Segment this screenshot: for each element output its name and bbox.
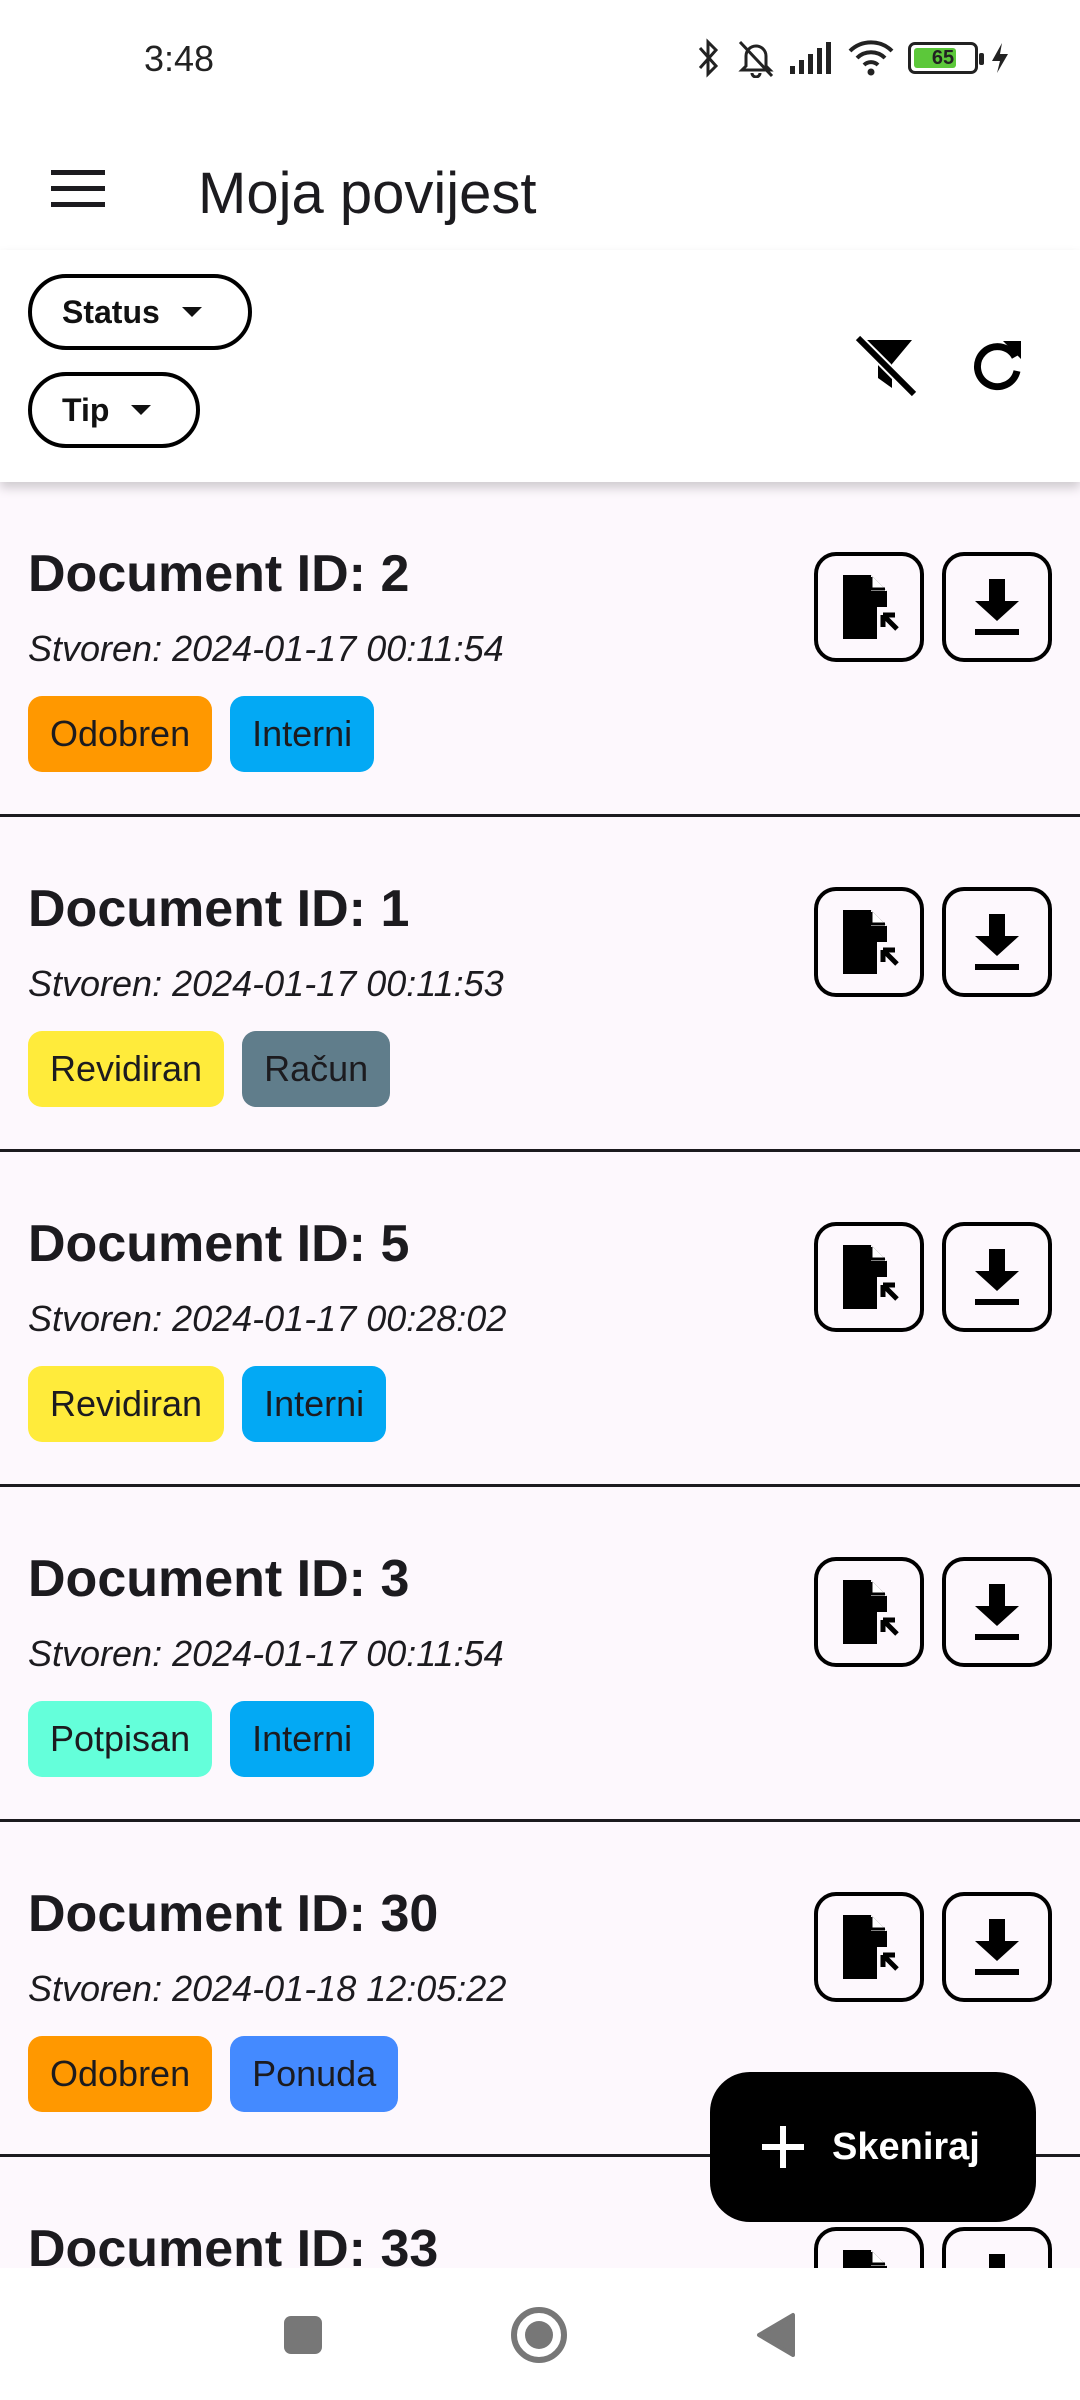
document-card[interactable]: Document ID: 1 Stvoren: 2024-01-17 00:11… (0, 817, 1080, 1152)
download-icon (975, 914, 1019, 970)
document-created-date: Stvoren: 2024-01-17 00:11:54 (28, 628, 504, 669)
type-filter-label: Tip (62, 391, 110, 428)
status-icons: 65 (694, 36, 1010, 80)
plus-icon (762, 2126, 804, 2168)
status-badge: Odobren (28, 696, 213, 772)
document-created-date: Stvoren: 2024-01-17 00:28:02 (28, 1298, 507, 1339)
file-open-icon (843, 910, 899, 974)
system-nav-bar (0, 2268, 1080, 2400)
charging-icon (992, 43, 1008, 73)
file-open-icon (843, 1245, 899, 1309)
document-title: Document ID: 3 (28, 1550, 410, 1608)
download-document-button[interactable] (942, 2227, 1052, 2268)
recents-button[interactable] (258, 2290, 348, 2380)
document-tags: Potpisan Interni (28, 1701, 375, 1777)
filter-bar: Status Tip (0, 250, 1080, 482)
document-title: Document ID: 2 (28, 545, 410, 603)
document-actions (814, 2227, 1052, 2268)
chevron-down-icon (181, 307, 202, 317)
clear-filter-button[interactable] (840, 320, 930, 410)
document-title: Document ID: 30 (28, 1885, 439, 1943)
type-badge: Interni (242, 1366, 387, 1442)
type-badge: Ponuda (230, 2036, 399, 2112)
status-badge: Revidiran (28, 1366, 225, 1442)
bluetooth-icon (698, 38, 719, 78)
type-filter-dropdown[interactable]: Tip (28, 372, 200, 448)
filter-off-icon (854, 334, 918, 398)
document-created-date: Stvoren: 2024-01-17 00:11:53 (28, 963, 504, 1004)
home-button[interactable] (494, 2290, 584, 2380)
battery-icon: 65 (908, 42, 984, 74)
download-document-button[interactable] (942, 1222, 1052, 1332)
home-circle-icon (511, 2307, 567, 2363)
document-actions (814, 1222, 1052, 1332)
download-document-button[interactable] (942, 552, 1052, 662)
download-icon (975, 1919, 1019, 1975)
page-title: Moja povijest (198, 161, 537, 226)
file-open-icon (843, 575, 899, 639)
document-tags: Revidiran Račun (28, 1031, 391, 1107)
file-open-icon (843, 1915, 899, 1979)
file-open-icon (843, 1580, 899, 1644)
download-icon (989, 2254, 1005, 2268)
document-actions (814, 887, 1052, 997)
back-triangle-icon (757, 2313, 795, 2357)
status-bar: 3:48 65 (0, 0, 1080, 120)
open-document-button[interactable] (814, 552, 924, 662)
document-title: Document ID: 5 (28, 1215, 410, 1273)
refresh-button[interactable] (952, 320, 1042, 410)
document-list: Document ID: 2 Stvoren: 2024-01-17 00:11… (0, 482, 1080, 2268)
document-card[interactable]: Document ID: 5 Stvoren: 2024-01-17 00:28… (0, 1152, 1080, 1487)
type-badge: Interni (230, 1701, 375, 1777)
download-icon (975, 579, 1019, 635)
document-card[interactable]: Document ID: 2 Stvoren: 2024-01-17 00:11… (0, 482, 1080, 817)
menu-icon (51, 170, 105, 207)
status-filter-dropdown[interactable]: Status (28, 274, 252, 350)
wifi-icon (848, 40, 894, 76)
document-actions (814, 1892, 1052, 2002)
status-filter-label: Status (62, 293, 160, 330)
document-title: Document ID: 1 (28, 880, 410, 938)
open-document-button[interactable] (814, 1892, 924, 2002)
battery-tip (979, 53, 984, 65)
download-document-button[interactable] (942, 1557, 1052, 1667)
scan-fab-label: Skeniraj (832, 2125, 980, 2168)
open-document-button[interactable] (814, 887, 924, 997)
status-badge: Odobren (28, 2036, 213, 2112)
document-created-date: Stvoren: 2024-01-17 00:11:54 (28, 1633, 504, 1674)
status-time: 3:48 (144, 38, 215, 79)
open-document-button[interactable] (814, 1557, 924, 1667)
download-document-button[interactable] (942, 1892, 1052, 2002)
download-document-button[interactable] (942, 887, 1052, 997)
type-badge: Interni (230, 696, 375, 772)
document-title: Document ID: 33 (28, 2220, 439, 2268)
download-icon (975, 1249, 1019, 1305)
scan-fab-button[interactable]: Skeniraj (710, 2072, 1036, 2222)
open-document-button[interactable] (814, 1222, 924, 1332)
document-actions (814, 552, 1052, 662)
refresh-icon (974, 341, 1021, 391)
battery-level: 65 (931, 47, 955, 69)
document-tags: Odobren Ponuda (28, 2036, 399, 2112)
bell-off-icon (738, 40, 774, 78)
document-actions (814, 1557, 1052, 1667)
recents-square-icon (284, 2316, 322, 2354)
status-badge: Potpisan (28, 1701, 213, 1777)
open-document-button[interactable] (814, 2227, 924, 2268)
file-open-icon (843, 2250, 887, 2268)
status-badge: Revidiran (28, 1031, 225, 1107)
document-card[interactable]: Document ID: 3 Stvoren: 2024-01-17 00:11… (0, 1487, 1080, 1822)
document-created-date: Stvoren: 2024-01-18 12:05:22 (28, 1968, 507, 2009)
document-tags: Revidiran Interni (28, 1366, 387, 1442)
back-button[interactable] (730, 2290, 820, 2380)
chevron-down-icon (131, 405, 152, 415)
document-tags: Odobren Interni (28, 696, 375, 772)
menu-button[interactable] (30, 140, 126, 236)
download-icon (975, 1584, 1019, 1640)
type-badge: Račun (242, 1031, 391, 1107)
signal-icon (790, 42, 831, 74)
